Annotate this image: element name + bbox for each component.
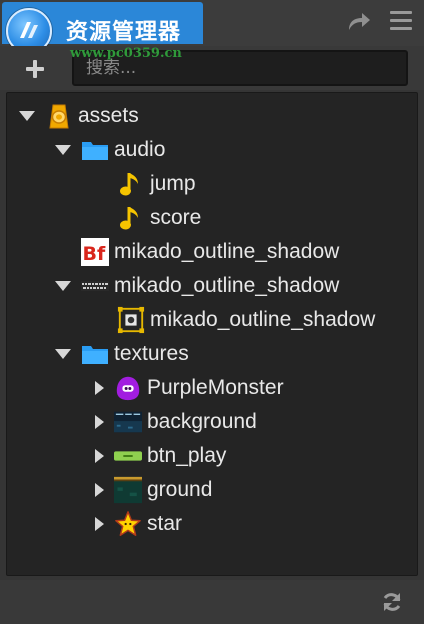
sprite-frame-icon xyxy=(117,306,145,334)
tree-item-label: PurpleMonster xyxy=(147,376,284,399)
asset-tree[interactable]: assets audio jump score Bf mikado_outlin… xyxy=(6,92,418,576)
music-note-icon xyxy=(117,170,145,198)
collapse-arrow-icon[interactable] xyxy=(95,381,104,395)
tree-item-bitmap-font[interactable]: Bf mikado_outline_shadow xyxy=(81,235,339,269)
tree-item-textures[interactable]: textures xyxy=(55,337,189,371)
tree-item-label: mikado_outline_shadow xyxy=(150,308,376,331)
tree-item-label: mikado_outline_shadow xyxy=(114,240,340,263)
tree-item-label: textures xyxy=(114,342,189,365)
share-icon[interactable] xyxy=(346,10,372,32)
panel-footer xyxy=(0,580,424,624)
expand-arrow-icon[interactable] xyxy=(55,349,71,359)
tree-item-star[interactable]: star xyxy=(95,507,182,541)
tree-item-assets[interactable]: assets xyxy=(19,99,139,133)
expand-arrow-icon[interactable] xyxy=(55,145,71,155)
folder-icon xyxy=(81,340,109,368)
tree-item-label: assets xyxy=(78,104,139,127)
bitmap-font-icon: Bf xyxy=(81,238,109,266)
tree-item-audio[interactable]: audio xyxy=(55,133,165,167)
refresh-icon[interactable] xyxy=(380,590,404,614)
star-thumbnail xyxy=(114,510,142,538)
tree-item-purplemonster[interactable]: PurpleMonster xyxy=(95,371,284,405)
expand-arrow-icon[interactable] xyxy=(19,111,35,121)
tree-item-label: jump xyxy=(150,172,196,195)
assets-db-icon xyxy=(45,102,73,130)
collapse-arrow-icon[interactable] xyxy=(95,415,104,429)
hamburger-menu-icon[interactable] xyxy=(390,11,412,31)
tree-item-label: score xyxy=(150,206,202,229)
create-asset-button[interactable] xyxy=(24,58,46,80)
panel-title: 资源管理器 xyxy=(66,20,182,45)
tree-item-btn-play[interactable]: btn_play xyxy=(95,439,226,473)
tree-item-font-texture[interactable]: mikado_outline_shadow xyxy=(55,269,339,303)
tree-item-label: mikado_outline_shadow xyxy=(114,274,340,297)
tree-item-sprite-frame[interactable]: mikado_outline_shadow xyxy=(117,303,375,337)
purple-monster-thumbnail xyxy=(114,374,142,402)
panel-titlebar: 资源管理器 xyxy=(0,0,424,46)
watermark-text: www.pc0359.cn xyxy=(70,46,182,61)
tree-item-background[interactable]: background xyxy=(95,405,257,439)
svg-text:Bf: Bf xyxy=(83,243,106,265)
font-texture-icon xyxy=(81,272,109,300)
button-thumbnail xyxy=(114,442,142,470)
collapse-arrow-icon[interactable] xyxy=(95,449,104,463)
tree-item-label: btn_play xyxy=(147,444,227,467)
tree-item-label: audio xyxy=(114,138,166,161)
tree-item-label: background xyxy=(147,410,257,433)
tree-item-label: star xyxy=(147,512,183,535)
collapse-arrow-icon[interactable] xyxy=(95,517,104,531)
folder-icon xyxy=(81,136,109,164)
music-note-icon xyxy=(117,204,145,232)
ground-thumbnail xyxy=(114,476,142,504)
tree-item-score[interactable]: score xyxy=(117,201,201,235)
collapse-arrow-icon[interactable] xyxy=(95,483,104,497)
tree-item-jump[interactable]: jump xyxy=(117,167,196,201)
background-thumbnail xyxy=(114,408,142,436)
tree-item-ground[interactable]: ground xyxy=(95,473,212,507)
tree-item-label: ground xyxy=(147,478,213,501)
expand-arrow-icon[interactable] xyxy=(55,281,71,291)
